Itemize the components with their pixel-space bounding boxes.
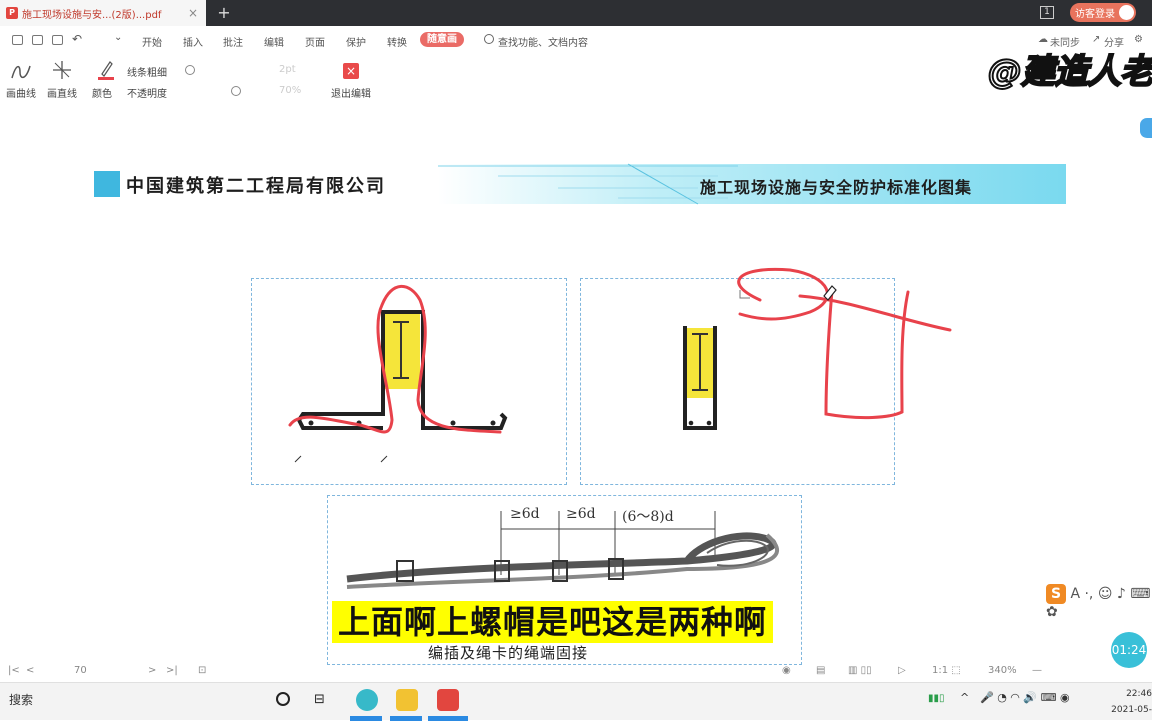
- tray-icons[interactable]: 🎤 ◔ ◠ 🔊 ⌨ ◉: [980, 691, 1070, 704]
- double-page-icon[interactable]: ▥ ▯▯: [848, 665, 872, 676]
- next-page-icon[interactable]: >: [148, 665, 156, 676]
- zoom-value[interactable]: 340%: [988, 665, 1017, 676]
- play-icon[interactable]: ▷: [898, 665, 906, 676]
- sogou-ime-icon[interactable]: S: [1046, 584, 1066, 604]
- last-page-icon[interactable]: >|: [166, 665, 178, 676]
- tray-chevron-icon[interactable]: ^: [960, 691, 969, 704]
- browser-active-indicator: [350, 716, 382, 721]
- explorer-active-indicator: [390, 716, 422, 721]
- video-subtitle: 上面啊上螺帽是吧这是两种啊: [332, 601, 774, 643]
- side-panel-toggle[interactable]: [1140, 118, 1152, 138]
- browser-app-icon[interactable]: [356, 689, 378, 711]
- input-method-bar[interactable]: S A ·, ☺ ♪ ⌨ ✿: [1046, 584, 1152, 620]
- battery-icon[interactable]: ▮▮▯: [928, 693, 945, 704]
- prev-page-icon[interactable]: <: [26, 665, 34, 676]
- single-page-icon[interactable]: ▤: [816, 665, 825, 676]
- clock-date: 2021-05-: [1111, 705, 1152, 715]
- task-view-icon[interactable]: ⊟: [314, 692, 325, 707]
- file-explorer-icon[interactable]: [396, 689, 418, 711]
- fit-page-icon[interactable]: ⊡: [198, 665, 206, 676]
- pdf-active-indicator: [428, 716, 468, 721]
- clock-time: 22:46: [1126, 689, 1152, 699]
- actual-size-icon[interactable]: 1:1 ⬚: [932, 665, 961, 676]
- status-bar: |< < 70 > >| ⊡ ◉ ▤ ▥ ▯▯ ▷ 1:1 ⬚ 340% —: [0, 660, 1152, 682]
- first-page-icon[interactable]: |<: [8, 665, 20, 676]
- page-number-input[interactable]: 70: [74, 665, 87, 676]
- taskbar-search[interactable]: 搜索: [9, 691, 33, 708]
- pdf-app-icon[interactable]: [437, 689, 459, 711]
- start-circle-icon[interactable]: [276, 692, 290, 706]
- eye-icon[interactable]: ◉: [782, 665, 791, 676]
- zoom-out-icon[interactable]: —: [1032, 665, 1042, 676]
- taskbar: 搜索 ⊟ ▮▮▯ ^ 🎤 ◔ ◠ 🔊 ⌨ ◉ 22:46 2021-05-: [0, 682, 1152, 721]
- system-clock[interactable]: 22:46 2021-05-: [1108, 686, 1152, 718]
